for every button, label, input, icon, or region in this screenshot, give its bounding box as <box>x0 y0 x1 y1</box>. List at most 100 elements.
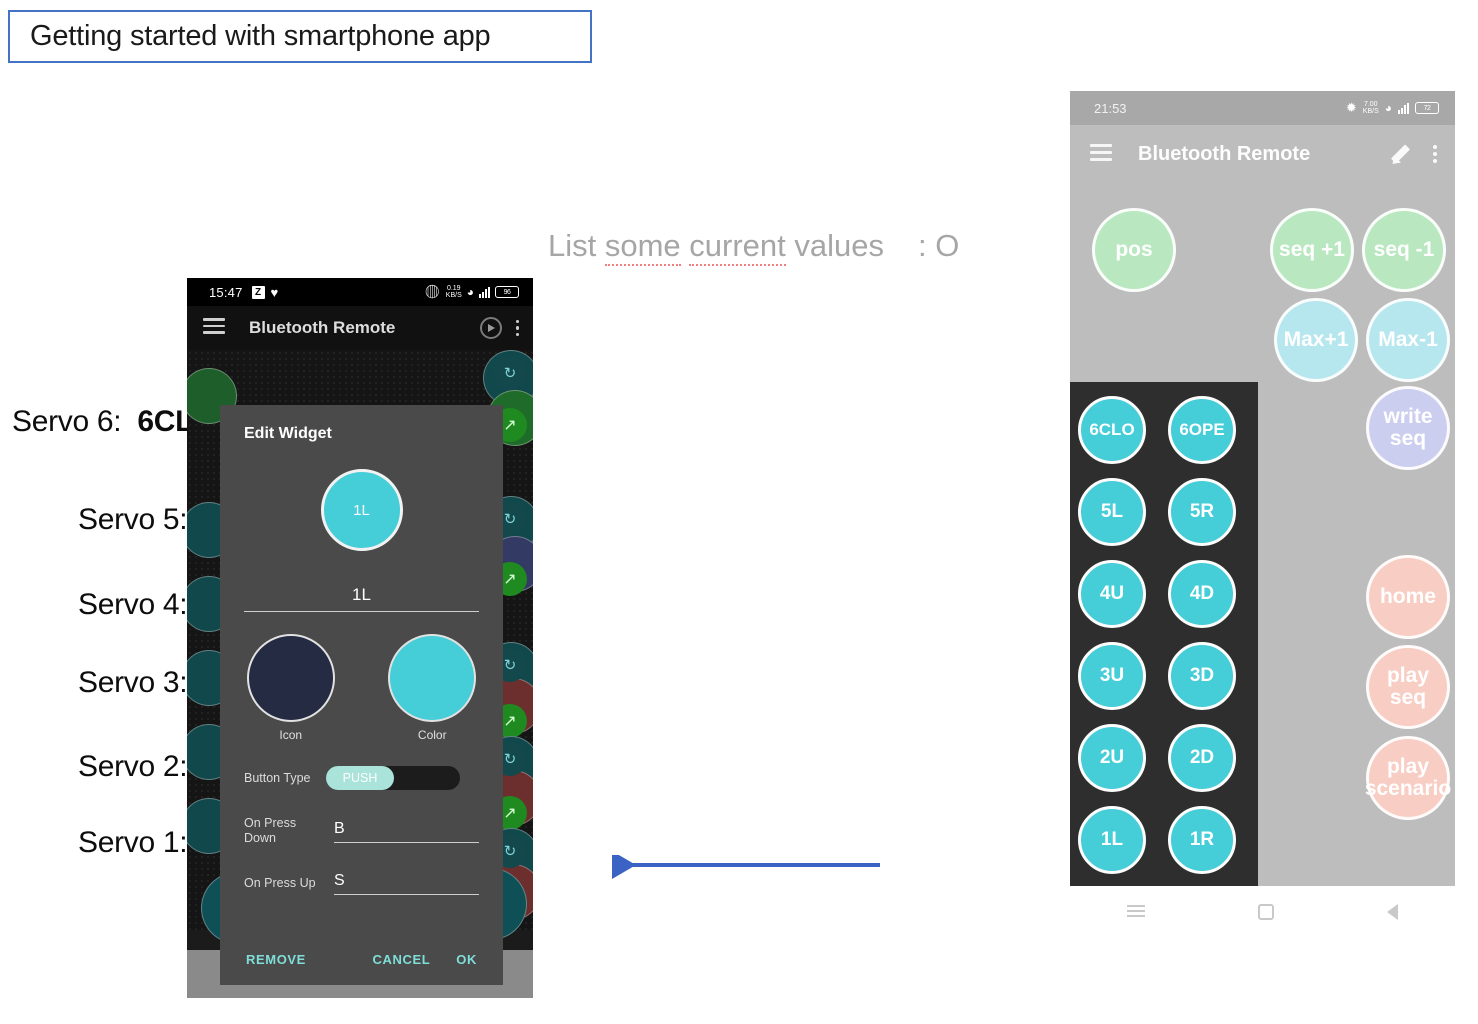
more-vert-icon[interactable] <box>515 319 519 337</box>
left-app-bar: Bluetooth Remote <box>187 306 533 350</box>
phone-screenshot-right: 6CLO 6OPE 5L 5R 4U 4D 3U 3D 2U 2D 1L 1R pos seq +1 se… <box>1070 91 1455 938</box>
page-title: Getting started with smartphone app <box>30 20 491 52</box>
z-badge-icon: Z <box>251 285 265 299</box>
on-press-down-label: On Press Down <box>244 816 297 845</box>
ok-button[interactable]: OK <box>456 952 477 967</box>
overlay-action-button[interactable]: Max+1 <box>1274 298 1358 382</box>
overlay-action-button[interactable]: seq -1 <box>1362 208 1446 292</box>
pointer-arrow-icon <box>612 855 880 879</box>
overlay-action-button[interactable]: seq +1 <box>1270 208 1354 292</box>
button-type-value: PUSH <box>342 771 378 785</box>
on-press-down-input[interactable]: B <box>334 820 479 843</box>
bluetooth-icon: ✹ <box>1345 100 1357 115</box>
slide-title-box: Getting started with smartphone app <box>8 10 592 63</box>
picker-row: Icon Color <box>220 634 503 742</box>
dialog-title: Edit Widget <box>244 425 332 442</box>
servo-label: Servo 5: <box>78 503 188 536</box>
left-battery-label: 96 <box>503 288 511 296</box>
pencil-icon[interactable] <box>1388 143 1411 168</box>
wifi-icon: ◕ <box>466 285 474 299</box>
play-circle-icon[interactable] <box>479 317 502 339</box>
servo-button[interactable]: 6OPE <box>1168 396 1236 464</box>
notes-heading-part3: values <box>785 228 885 263</box>
left-status-bar: 15:47 Z ♥ 🔴︎ 0.19 KB/S ◕ 96 <box>187 278 533 306</box>
servo-button[interactable]: 3U <box>1078 642 1146 710</box>
hamburger-icon[interactable] <box>1090 143 1112 165</box>
battery-icon: 96 <box>495 286 519 298</box>
widget-preview-wrap: 1L <box>220 469 503 551</box>
left-status-clock: 15:47 <box>209 284 243 300</box>
edit-widget-dialog: Edit Widget 1L 1L Icon Color Button Type… <box>220 405 503 985</box>
overlay-action-button[interactable]: Max-1 <box>1366 298 1450 382</box>
on-press-down-value: B <box>334 819 345 837</box>
battery-icon: 72 <box>1415 102 1439 114</box>
left-data-rate-value: 0.19 <box>446 285 461 292</box>
button-type-row: Button Type PUSH <box>244 766 479 790</box>
left-data-rate-unit: KB/S <box>445 292 462 299</box>
right-screen: 6CLO 6OPE 5L 5R 4U 4D 3U 3D 2U 2D 1L 1R pos seq +1 se… <box>1070 91 1455 886</box>
on-press-up-row: On Press Up S <box>244 872 479 895</box>
servo-label: Servo 6: <box>12 405 122 438</box>
slide-canvas: Getting started with smartphone app List… <box>0 0 1478 1024</box>
right-data-rate-unit: KB/S <box>1362 108 1379 115</box>
icon-picker[interactable]: Icon <box>246 634 335 742</box>
left-app-title: Bluetooth Remote <box>249 318 396 337</box>
signal-icon <box>1398 102 1409 114</box>
button-type-label: Button Type <box>244 770 311 785</box>
home-nav-icon[interactable] <box>1257 904 1274 920</box>
overlay-action-button[interactable]: home <box>1366 555 1450 639</box>
notes-heading: List some current values: O <box>548 228 960 266</box>
data-rate-icon: 0.19 KB/S <box>446 285 462 299</box>
widget-name-input[interactable]: 1L <box>244 585 479 612</box>
notes-heading-squiggle-some: some <box>604 228 681 266</box>
hamburger-icon[interactable] <box>203 318 225 338</box>
on-press-up-input[interactable]: S <box>334 872 479 895</box>
back-nav-icon[interactable] <box>1387 904 1399 920</box>
data-rate-icon: 7.00 KB/S <box>1363 101 1379 115</box>
wifi-icon: ◕ <box>1384 101 1392 115</box>
widget-preview-label: 1L <box>353 501 370 519</box>
notes-heading-suffix: : O <box>918 228 960 263</box>
overlay-action-button[interactable]: play scenario <box>1365 736 1451 820</box>
heart-icon: ♥ <box>270 284 279 300</box>
servo-button[interactable]: 3D <box>1168 642 1236 710</box>
servo-label: Servo 1: <box>78 826 188 859</box>
right-status-bar: 21:53 ✹ 7.00 KB/S ◕ 72 <box>1070 91 1455 125</box>
color-swatch[interactable] <box>388 634 477 722</box>
menu-nav-icon[interactable] <box>1126 904 1145 920</box>
servo-button[interactable]: 1L <box>1078 806 1146 874</box>
remove-button[interactable]: REMOVE <box>246 952 306 967</box>
widget-preview-circle: 1L <box>320 469 403 551</box>
widget-name-value: 1L <box>352 585 371 604</box>
servo-label: Servo 4: <box>78 588 188 621</box>
icon-swatch[interactable] <box>246 634 335 722</box>
servo-button[interactable]: 4U <box>1078 560 1146 628</box>
servo-button[interactable]: 1R <box>1168 806 1236 874</box>
servo-button[interactable]: 6CLO <box>1078 396 1146 464</box>
overlay-action-button[interactable]: write seq <box>1366 386 1450 470</box>
cancel-button[interactable]: CANCEL <box>373 952 431 967</box>
color-picker[interactable]: Color <box>388 634 477 742</box>
overlay-action-button[interactable]: play seq <box>1366 645 1450 729</box>
button-type-knob[interactable]: PUSH <box>326 766 394 790</box>
notes-heading-part1: List <box>548 228 605 263</box>
overlay-action-button[interactable]: pos <box>1092 208 1176 292</box>
servo-label: Servo 3: <box>78 666 188 699</box>
button-type-toggle[interactable]: PUSH <box>326 766 460 790</box>
on-press-up-value: S <box>334 872 345 889</box>
servo-button[interactable]: 5R <box>1168 478 1236 546</box>
right-status-clock: 21:53 <box>1094 100 1127 116</box>
servo-button[interactable]: 2U <box>1078 724 1146 792</box>
right-battery-label: 72 <box>1423 104 1431 112</box>
icon-picker-label: Icon <box>279 728 303 742</box>
servo-button[interactable]: 2D <box>1168 724 1236 792</box>
signal-icon <box>479 286 490 298</box>
right-nav-bar <box>1070 886 1455 938</box>
more-vert-icon[interactable] <box>1433 145 1437 163</box>
right-app-bar: Bluetooth Remote <box>1070 125 1455 183</box>
on-press-down-row: On Press Down B <box>244 816 479 846</box>
servo-button[interactable]: 4D <box>1168 560 1236 628</box>
servo-button[interactable]: 5L <box>1078 478 1146 546</box>
notes-heading-part2 <box>681 228 690 263</box>
bluetooth-icon: 🔴︎ <box>424 284 441 299</box>
